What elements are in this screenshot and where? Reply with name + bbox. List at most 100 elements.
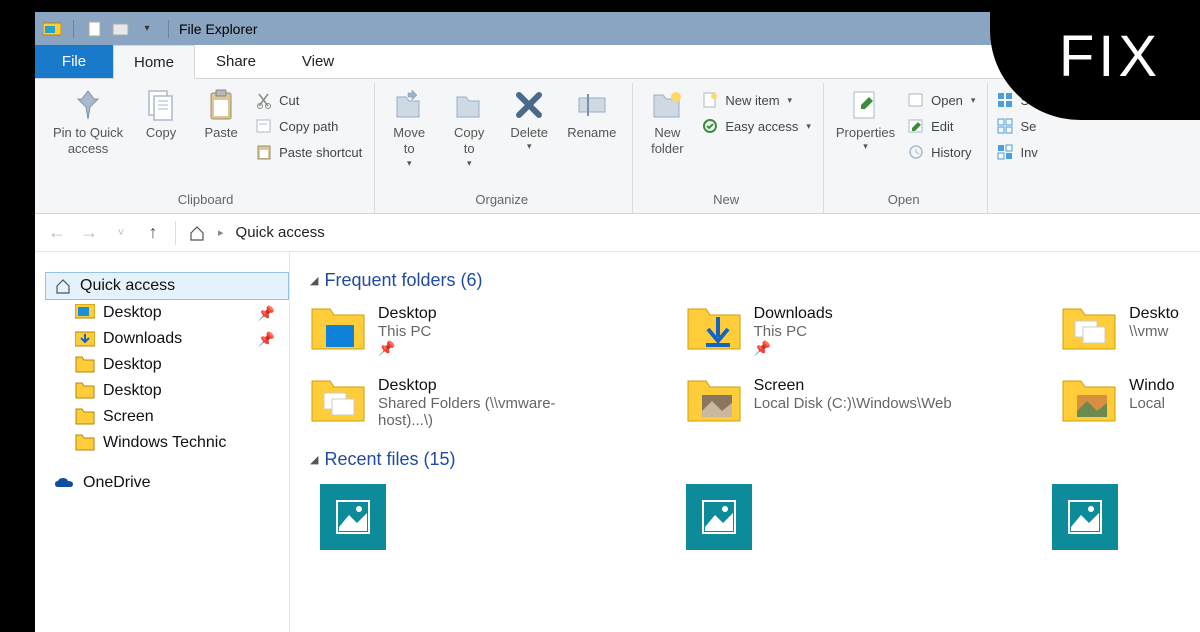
collapse-icon: ◢ [310, 453, 318, 466]
sidebar-item-desktop3[interactable]: Desktop [67, 378, 289, 404]
sidebar-item-downloads[interactable]: Downloads 📌 [67, 326, 289, 352]
move-to-icon [391, 87, 427, 123]
folder-icon [75, 408, 95, 426]
recent-file-image[interactable] [320, 484, 386, 550]
new-folder-button[interactable]: New folder [637, 83, 697, 162]
onedrive-icon [53, 475, 75, 491]
move-to-button[interactable]: Move to ▾ [379, 83, 439, 173]
delete-icon [511, 87, 547, 123]
pin-icon [70, 87, 106, 123]
paste-shortcut-icon [255, 143, 273, 161]
edit-icon [907, 117, 925, 135]
sidebar-item-desktop2[interactable]: Desktop [67, 352, 289, 378]
folder-desktop-icon [310, 305, 366, 353]
breadcrumb-quick-access[interactable]: Quick access [236, 224, 325, 241]
folder-thumbs-icon [310, 377, 366, 425]
qab-newfolder-icon[interactable] [110, 18, 132, 40]
folder-item-downloads[interactable]: Downloads This PC 📌 [686, 305, 982, 357]
new-item-button[interactable]: New item ▾ [697, 87, 815, 113]
pin-icon: 📌 [258, 305, 275, 322]
download-folder-icon [75, 330, 95, 348]
app-icon [41, 18, 63, 40]
recent-file-image[interactable] [1052, 484, 1118, 550]
pin-to-quick-access-button[interactable]: Pin to Quick access [45, 83, 131, 162]
nav-forward-button[interactable]: → [79, 222, 99, 243]
edit-button[interactable]: Edit [903, 113, 979, 139]
new-item-icon [701, 91, 719, 109]
tab-view[interactable]: View [277, 45, 359, 78]
sidebar-item-desktop[interactable]: Desktop 📌 [67, 300, 289, 326]
sidebar-item-screen[interactable]: Screen [67, 404, 289, 430]
properties-button[interactable]: Properties ▾ [828, 83, 903, 156]
cut-button[interactable]: Cut [251, 87, 366, 113]
delete-button[interactable]: Delete ▾ [499, 83, 559, 156]
quick-access-toolbar: ▾ [84, 18, 158, 40]
rename-button[interactable]: Rename [559, 83, 624, 145]
sidebar-onedrive[interactable]: OneDrive [45, 470, 289, 496]
rename-icon [574, 87, 610, 123]
qab-dropdown-icon[interactable]: ▾ [136, 18, 158, 40]
invert-selection-button[interactable]: Inv [992, 139, 1041, 165]
body: Quick access Desktop 📌 Downloads 📌 Deskt… [35, 252, 1200, 632]
select-none-button[interactable]: Se [992, 113, 1041, 139]
address-bar: ← → ˅ ↑ ▸ Quick access [35, 214, 1200, 252]
home-icon [54, 277, 72, 295]
history-button[interactable]: History [903, 139, 979, 165]
file-explorer-window: ▾ File Explorer File Home Share View Pin… [35, 12, 1200, 632]
content-pane: ◢ Frequent folders (6) Desktop This PC 📌… [290, 252, 1200, 632]
ribbon-group-open: Properties ▾ Open ▾ Edit Histo [824, 83, 989, 213]
folder-icon [75, 356, 95, 374]
image-icon [697, 495, 741, 539]
new-folder-icon [649, 87, 685, 123]
nav-up-button[interactable]: ↑ [143, 222, 163, 243]
open-button[interactable]: Open ▾ [903, 87, 979, 113]
folder-item-desktop[interactable]: Desktop This PC 📌 [310, 305, 606, 357]
frequent-folders-header[interactable]: ◢ Frequent folders (6) [310, 270, 1200, 291]
home-icon[interactable] [188, 224, 206, 242]
copy-path-button[interactable]: Copy path [251, 113, 366, 139]
qab-properties-icon[interactable] [84, 18, 106, 40]
cut-icon [255, 91, 273, 109]
copy-path-icon [255, 117, 273, 135]
folder-item-windows[interactable]: Windo Local [1061, 377, 1200, 429]
folder-icon [75, 434, 95, 452]
sidebar-item-windows-technic[interactable]: Windows Technic [67, 430, 289, 456]
sidebar-quick-access[interactable]: Quick access [45, 272, 289, 300]
copy-to-icon [451, 87, 487, 123]
paste-icon [203, 87, 239, 123]
easy-access-icon [701, 117, 719, 135]
pin-icon: 📌 [754, 340, 833, 357]
collapse-icon: ◢ [310, 274, 318, 287]
pin-icon: 📌 [378, 340, 437, 357]
tab-home[interactable]: Home [113, 45, 195, 79]
nav-back-button[interactable]: ← [47, 222, 67, 243]
history-icon [907, 143, 925, 161]
image-icon [1063, 495, 1107, 539]
ribbon-group-organize: Move to ▾ Copy to ▾ Delete ▾ Rename [375, 83, 633, 213]
tab-share[interactable]: Share [195, 45, 277, 78]
folder-icon [75, 382, 95, 400]
open-icon [907, 91, 925, 109]
ribbon-group-clipboard: Pin to Quick access Copy Paste [41, 83, 375, 213]
folder-item-desktop-shared[interactable]: Desktop Shared Folders (\\vmware-host)..… [310, 377, 606, 429]
invert-selection-icon [996, 143, 1014, 161]
nav-recent-dropdown[interactable]: ˅ [111, 227, 131, 239]
recent-files-header[interactable]: ◢ Recent files (15) [310, 449, 1200, 470]
file-menu[interactable]: File [35, 45, 113, 78]
copy-button[interactable]: Copy [131, 83, 191, 145]
monitor-icon [75, 304, 95, 322]
folder-item-screen[interactable]: Screen Local Disk (C:)\Windows\Web [686, 377, 982, 429]
recent-file-image[interactable] [686, 484, 752, 550]
folder-item-desktop-vmw[interactable]: Deskto \\vmw [1061, 305, 1200, 357]
select-all-icon [996, 91, 1014, 109]
copy-to-button[interactable]: Copy to ▾ [439, 83, 499, 173]
easy-access-button[interactable]: Easy access ▾ [697, 113, 815, 139]
folder-thumbs-icon [1061, 305, 1117, 353]
paste-shortcut-button[interactable]: Paste shortcut [251, 139, 366, 165]
image-icon [331, 495, 375, 539]
paste-button[interactable]: Paste [191, 83, 251, 145]
copy-icon [143, 87, 179, 123]
pin-icon: 📌 [258, 331, 275, 348]
folder-photo-icon [686, 377, 742, 425]
ribbon-group-new: New folder New item ▾ Easy access ▾ New [633, 83, 824, 213]
